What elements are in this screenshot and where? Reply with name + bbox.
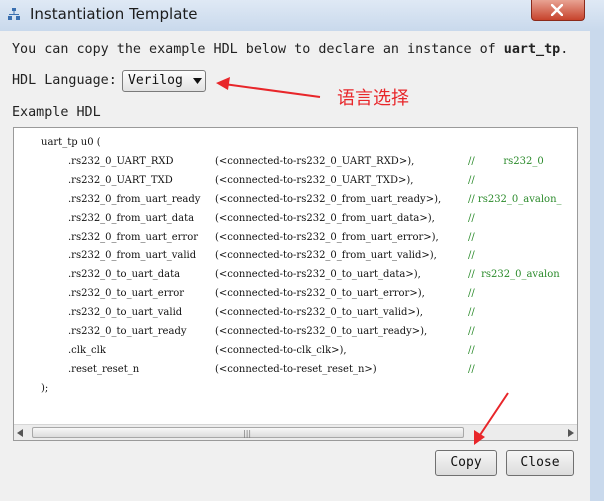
arrow-to-copy-button: [474, 392, 509, 445]
annotation-arrows: [216, 77, 509, 445]
arrow-to-language-select: [216, 77, 321, 98]
